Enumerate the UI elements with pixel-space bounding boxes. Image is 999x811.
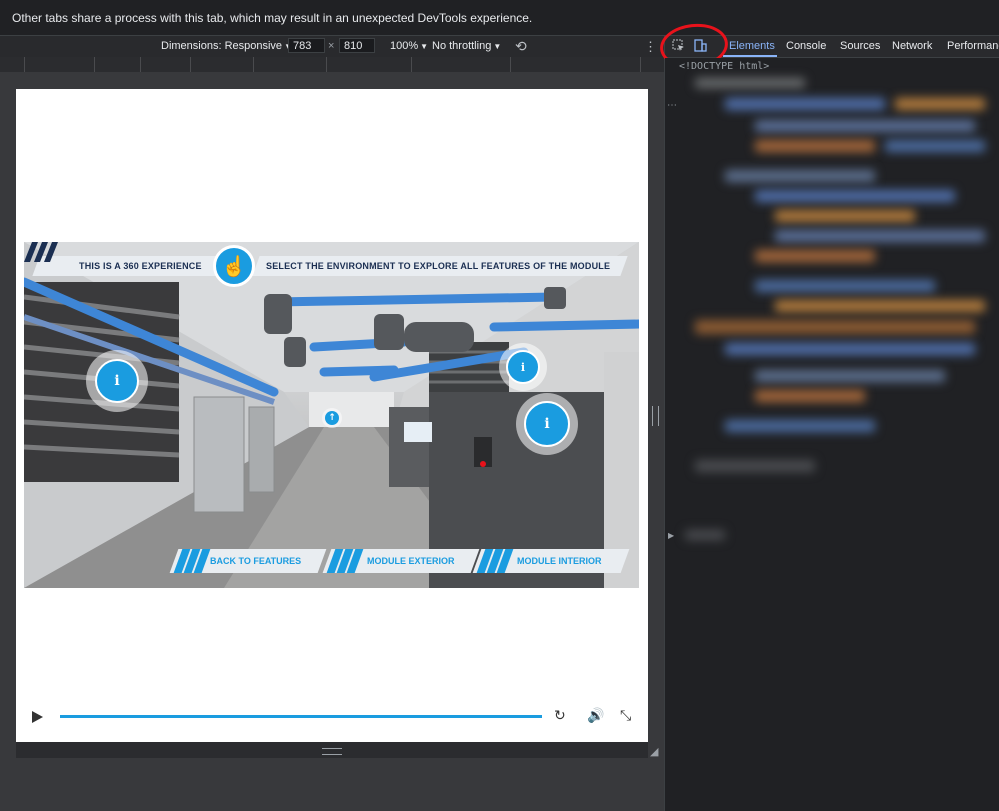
forward-hotspot[interactable]: ↑ xyxy=(322,408,342,428)
zoom-dropdown[interactable]: 100% ▼ xyxy=(390,36,428,57)
info-icon: i xyxy=(529,406,565,442)
module-interior-button[interactable]: MODULE INTERIOR xyxy=(472,549,630,573)
expand-arrow-icon[interactable]: ▶ xyxy=(668,531,674,540)
times-sign: × xyxy=(328,40,335,52)
back-to-features-button[interactable]: BACK TO FEATURES xyxy=(169,549,327,573)
throttling-dropdown[interactable]: No throttling ▼ xyxy=(432,36,501,57)
bottom-resize-handle[interactable] xyxy=(322,748,342,755)
module-exterior-button[interactable]: MODULE EXTERIOR xyxy=(322,549,480,573)
hand-pointer-icon[interactable]: ☝ xyxy=(213,245,255,287)
tab-console[interactable]: Console xyxy=(786,36,826,57)
progress-bar[interactable] xyxy=(60,715,542,718)
banner-stripes xyxy=(24,242,58,262)
throttling-label: No throttling xyxy=(432,40,492,52)
rotate-icon[interactable]: ⟲ xyxy=(515,36,527,57)
nav-label: MODULE EXTERIOR xyxy=(367,556,455,566)
doctype-node[interactable]: <!DOCTYPE html> xyxy=(679,61,769,72)
dimensions-dropdown[interactable]: Dimensions: Responsive▼ xyxy=(161,36,292,57)
ruler xyxy=(0,57,664,73)
ellipsis-icon[interactable]: ⋯ xyxy=(667,100,677,111)
play-icon[interactable] xyxy=(32,711,43,723)
info-hotspot-right-lower[interactable]: i xyxy=(516,393,578,455)
tab-performance[interactable]: Performance xyxy=(947,36,999,57)
volume-icon[interactable]: 🔊 xyxy=(587,707,604,724)
width-input[interactable]: 783 xyxy=(288,38,325,53)
caret-down-icon: ▼ xyxy=(420,42,429,51)
height-input[interactable]: 810 xyxy=(339,38,375,53)
360-scene[interactable]: THIS IS A 360 EXPERIENCE SELECT THE ENVI… xyxy=(24,242,639,588)
replay-icon[interactable]: ↻ xyxy=(554,707,566,724)
active-tab-underline xyxy=(723,55,777,57)
elements-panel: <!DOCTYPE html> ⋯ ▶ xyxy=(665,58,999,811)
banner-right-text: SELECT THE ENVIRONMENT TO EXPLORE ALL FE… xyxy=(266,261,611,271)
nav-label: BACK TO FEATURES xyxy=(210,556,302,566)
emulated-page: THIS IS A 360 EXPERIENCE SELECT THE ENVI… xyxy=(16,89,648,742)
tab-network[interactable]: Network xyxy=(892,36,932,57)
nav-label: MODULE INTERIOR xyxy=(517,556,602,566)
corner-resize-handle[interactable]: ◢ xyxy=(650,745,658,758)
zoom-label: 100% xyxy=(390,40,419,52)
dimensions-label: Dimensions: Responsive xyxy=(161,40,283,52)
info-icon: i xyxy=(510,354,536,380)
device-toolbar: Dimensions: Responsive▼ 783 × 810 100%▼ … xyxy=(0,36,664,58)
side-resize-handle[interactable] xyxy=(652,406,659,426)
banner-left-text: THIS IS A 360 EXPERIENCE xyxy=(79,261,202,271)
exit-fullscreen-icon[interactable]: ⤡ xyxy=(620,707,631,724)
caret-down-icon: ▼ xyxy=(493,42,502,51)
infobar-message: Other tabs share a process with this tab… xyxy=(12,11,533,25)
info-icon: i xyxy=(100,364,134,398)
device-viewport-area: THIS IS A 360 EXPERIENCE SELECT THE ENVI… xyxy=(0,72,664,811)
kebab-icon[interactable]: ⋮ xyxy=(644,36,657,57)
arrow-up-icon: ↑ xyxy=(325,411,339,425)
info-hotspot-left[interactable]: i xyxy=(86,350,148,412)
tab-sources[interactable]: Sources xyxy=(840,36,880,57)
tab-elements[interactable]: Elements xyxy=(729,36,775,57)
info-hotspot-right-upper[interactable]: i xyxy=(499,343,547,391)
video-controls: ↻ 🔊 ⤡ xyxy=(16,701,648,731)
devtools-infobar: Other tabs share a process with this tab… xyxy=(0,0,999,36)
